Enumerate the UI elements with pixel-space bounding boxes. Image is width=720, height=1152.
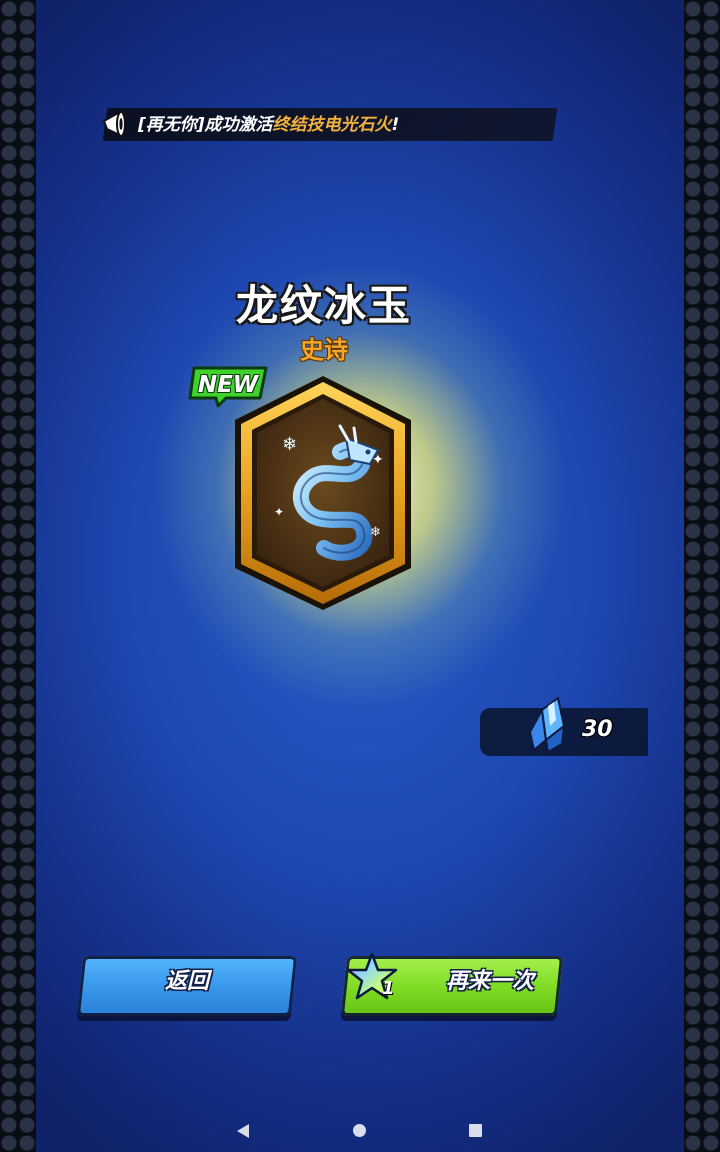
nav-recent-apps-icon[interactable]	[469, 1124, 482, 1137]
item-name: 龙纹冰玉	[235, 281, 412, 330]
svg-text:❄: ❄	[370, 525, 381, 540]
right-border-pattern	[684, 0, 720, 1152]
announcement-highlight: 终结技电光石火	[272, 115, 392, 135]
new-badge: NEW	[188, 366, 268, 408]
announcement-suffix: !	[391, 115, 400, 135]
left-border-pattern	[0, 0, 36, 1152]
item-rarity: 史诗	[300, 336, 348, 364]
nav-home-icon[interactable]	[353, 1124, 366, 1137]
back-button-label[interactable]: 返回	[80, 962, 294, 1002]
svg-text:❄: ❄	[282, 434, 297, 455]
nav-back-icon[interactable]	[236, 1123, 250, 1139]
draw-cost: 1	[382, 978, 395, 999]
crystal-amount: 30	[582, 717, 613, 742]
svg-text:✦: ✦	[372, 452, 384, 468]
item-card[interactable]: ❄ ❄ ✦ ✦	[228, 372, 418, 614]
announcement-text: [再无你]成功激活终结技电光石火!	[138, 112, 399, 138]
announcement-prefix: [再无你]成功激活	[138, 115, 273, 135]
new-badge-label: NEW	[197, 372, 259, 398]
draw-again-button-label[interactable]: 再来一次	[430, 962, 550, 1002]
blue-crystal-icon	[528, 696, 566, 754]
megaphone-icon	[103, 111, 126, 137]
svg-text:✦: ✦	[274, 505, 284, 519]
